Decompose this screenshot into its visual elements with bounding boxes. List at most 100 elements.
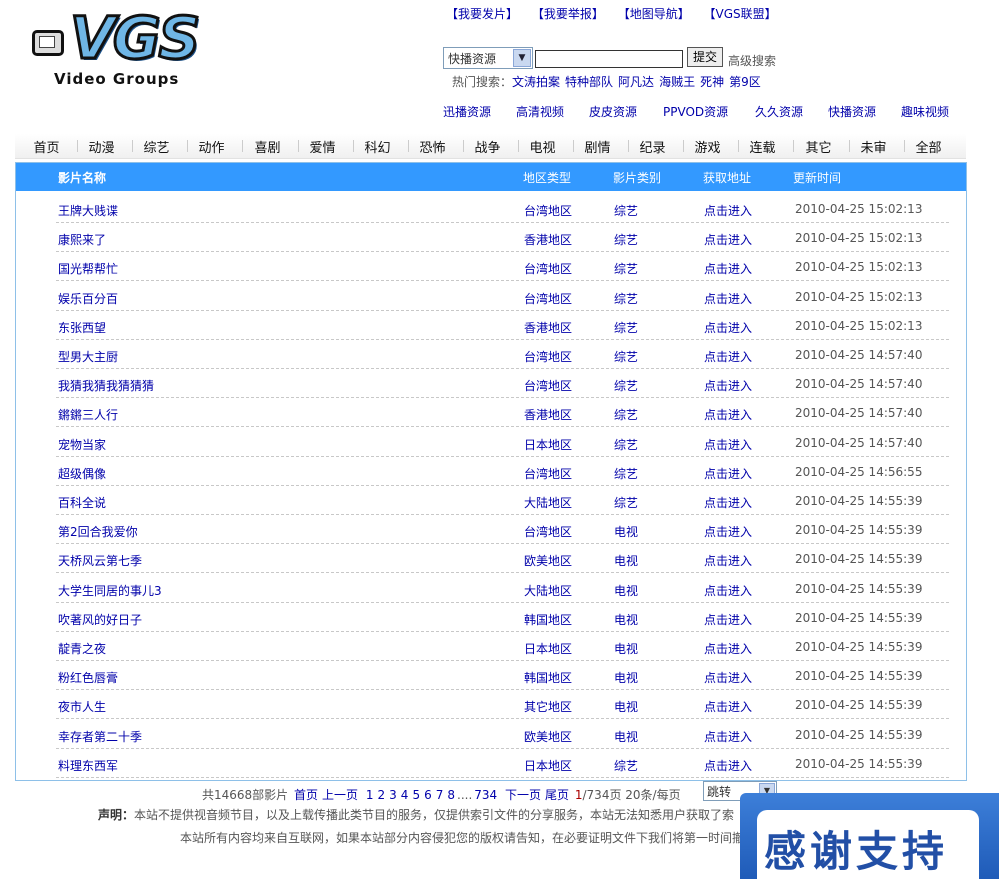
hot-term[interactable]: 文涛拍案 [512, 75, 560, 89]
vgs-alliance-link[interactable]: 【VGS联盟】 [704, 7, 777, 21]
first-page-link[interactable]: 首页 [294, 788, 318, 802]
region-link[interactable]: 香港地区 [524, 319, 572, 336]
category-link[interactable]: 综艺 [614, 260, 638, 277]
get-link[interactable]: 点击进入 [704, 319, 752, 336]
region-link[interactable]: 香港地区 [524, 231, 572, 248]
video-title-link[interactable]: 宠物当家 [58, 436, 106, 453]
region-link[interactable]: 日本地区 [524, 436, 572, 453]
last-page-link[interactable]: 尾页 [545, 788, 569, 802]
category-link[interactable]: 综艺 [614, 348, 638, 365]
category-link[interactable]: 电视 [614, 728, 638, 745]
video-title-link[interactable]: 王牌大贱谍 [58, 202, 118, 219]
page-link[interactable]: 6 [424, 788, 432, 802]
get-link[interactable]: 点击进入 [704, 406, 752, 423]
resource-link[interactable]: 迅播资源 [443, 103, 491, 120]
category-link[interactable]: 综艺 [614, 231, 638, 248]
get-link[interactable]: 点击进入 [704, 465, 752, 482]
video-title-link[interactable]: 夜市人生 [58, 698, 106, 715]
nav-item[interactable]: 动漫 [74, 137, 129, 156]
resource-link[interactable]: PPVOD资源 [663, 103, 728, 120]
page-link[interactable]: 2 [378, 788, 386, 802]
video-title-link[interactable]: 康熙来了 [58, 231, 106, 248]
region-link[interactable]: 台湾地区 [524, 260, 572, 277]
search-input[interactable] [535, 50, 683, 68]
nav-item[interactable]: 综艺 [129, 137, 184, 156]
nav-item[interactable]: 战争 [460, 137, 515, 156]
region-link[interactable]: 大陆地区 [524, 494, 572, 511]
search-submit-button[interactable]: 提交 [687, 47, 723, 67]
category-link[interactable]: 综艺 [614, 465, 638, 482]
video-title-link[interactable]: 吹著风的好日子 [58, 611, 142, 628]
get-link[interactable]: 点击进入 [704, 757, 752, 774]
get-link[interactable]: 点击进入 [704, 552, 752, 569]
get-link[interactable]: 点击进入 [704, 698, 752, 715]
region-link[interactable]: 韩国地区 [524, 611, 572, 628]
category-link[interactable]: 综艺 [614, 377, 638, 394]
get-link[interactable]: 点击进入 [704, 436, 752, 453]
video-title-link[interactable]: 粉红色唇膏 [58, 669, 118, 686]
video-title-link[interactable]: 靛青之夜 [58, 640, 106, 657]
nav-item[interactable]: 首页 [19, 137, 74, 156]
region-link[interactable]: 台湾地区 [524, 348, 572, 365]
nav-item[interactable]: 动作 [184, 137, 239, 156]
nav-item[interactable]: 爱情 [295, 137, 350, 156]
resource-link[interactable]: 皮皮资源 [589, 103, 637, 120]
video-title-link[interactable]: 第2回合我爱你 [58, 523, 138, 540]
page-link[interactable]: 1 [366, 788, 374, 802]
nav-item[interactable]: 连载 [735, 137, 790, 156]
category-link[interactable]: 电视 [614, 640, 638, 657]
region-link[interactable]: 欧美地区 [524, 728, 572, 745]
video-title-link[interactable]: 超级偶像 [58, 465, 106, 482]
get-link[interactable]: 点击进入 [704, 640, 752, 657]
nav-item[interactable]: 游戏 [680, 137, 735, 156]
get-link[interactable]: 点击进入 [704, 582, 752, 599]
get-link[interactable]: 点击进入 [704, 523, 752, 540]
video-title-link[interactable]: 天桥风云第七季 [58, 552, 142, 569]
resource-link[interactable]: 久久资源 [755, 103, 803, 120]
video-title-link[interactable]: 百科全说 [58, 494, 106, 511]
category-link[interactable]: 综艺 [614, 436, 638, 453]
category-link[interactable]: 综艺 [614, 757, 638, 774]
page-link[interactable]: 734 [474, 788, 497, 802]
resource-link[interactable]: 高清视频 [516, 103, 564, 120]
video-title-link[interactable]: 娱乐百分百 [58, 290, 118, 307]
page-link[interactable]: 8 [447, 788, 455, 802]
sitemap-link[interactable]: 【地图导航】 [618, 7, 690, 21]
get-link[interactable]: 点击进入 [704, 377, 752, 394]
post-video-link[interactable]: 【我要发片】 [446, 7, 518, 21]
site-logo[interactable]: VGS Video Groups [28, 3, 248, 92]
region-link[interactable]: 台湾地区 [524, 377, 572, 394]
region-link[interactable]: 台湾地区 [524, 290, 572, 307]
category-link[interactable]: 电视 [614, 698, 638, 715]
nav-item[interactable]: 恐怖 [405, 137, 460, 156]
resource-link[interactable]: 快播资源 [828, 103, 876, 120]
category-link[interactable]: 电视 [614, 552, 638, 569]
chevron-down-icon[interactable]: ▼ [513, 49, 531, 67]
video-title-link[interactable]: 大学生同居的事儿3 [58, 582, 162, 599]
video-title-link[interactable]: 东张西望 [58, 319, 106, 336]
prev-page-link[interactable]: 上一页 [322, 788, 358, 802]
hot-term[interactable]: 死神 [700, 75, 724, 89]
nav-item[interactable]: 电视 [515, 137, 570, 156]
get-link[interactable]: 点击进入 [704, 494, 752, 511]
resource-type-select[interactable]: 快播资源 ▼ [443, 47, 533, 69]
video-title-link[interactable]: 幸存者第二十季 [58, 728, 142, 745]
nav-item[interactable]: 纪录 [625, 137, 680, 156]
video-title-link[interactable]: 鏘鏘三人行 [58, 406, 118, 423]
nav-item[interactable]: 喜剧 [240, 137, 295, 156]
region-link[interactable]: 大陆地区 [524, 582, 572, 599]
get-link[interactable]: 点击进入 [704, 348, 752, 365]
get-link[interactable]: 点击进入 [704, 728, 752, 745]
hot-term[interactable]: 海贼王 [659, 75, 695, 89]
hot-term[interactable]: 特种部队 [565, 75, 613, 89]
advanced-search-link[interactable]: 高级搜索 [728, 52, 776, 69]
region-link[interactable]: 欧美地区 [524, 552, 572, 569]
category-link[interactable]: 电视 [614, 582, 638, 599]
get-link[interactable]: 点击进入 [704, 231, 752, 248]
page-link[interactable]: 7 [436, 788, 444, 802]
hot-term[interactable]: 第9区 [729, 75, 761, 89]
category-link[interactable]: 电视 [614, 669, 638, 686]
region-link[interactable]: 日本地区 [524, 640, 572, 657]
resource-link[interactable]: 趣味视频 [901, 103, 949, 120]
video-title-link[interactable]: 国光帮帮忙 [58, 260, 118, 277]
